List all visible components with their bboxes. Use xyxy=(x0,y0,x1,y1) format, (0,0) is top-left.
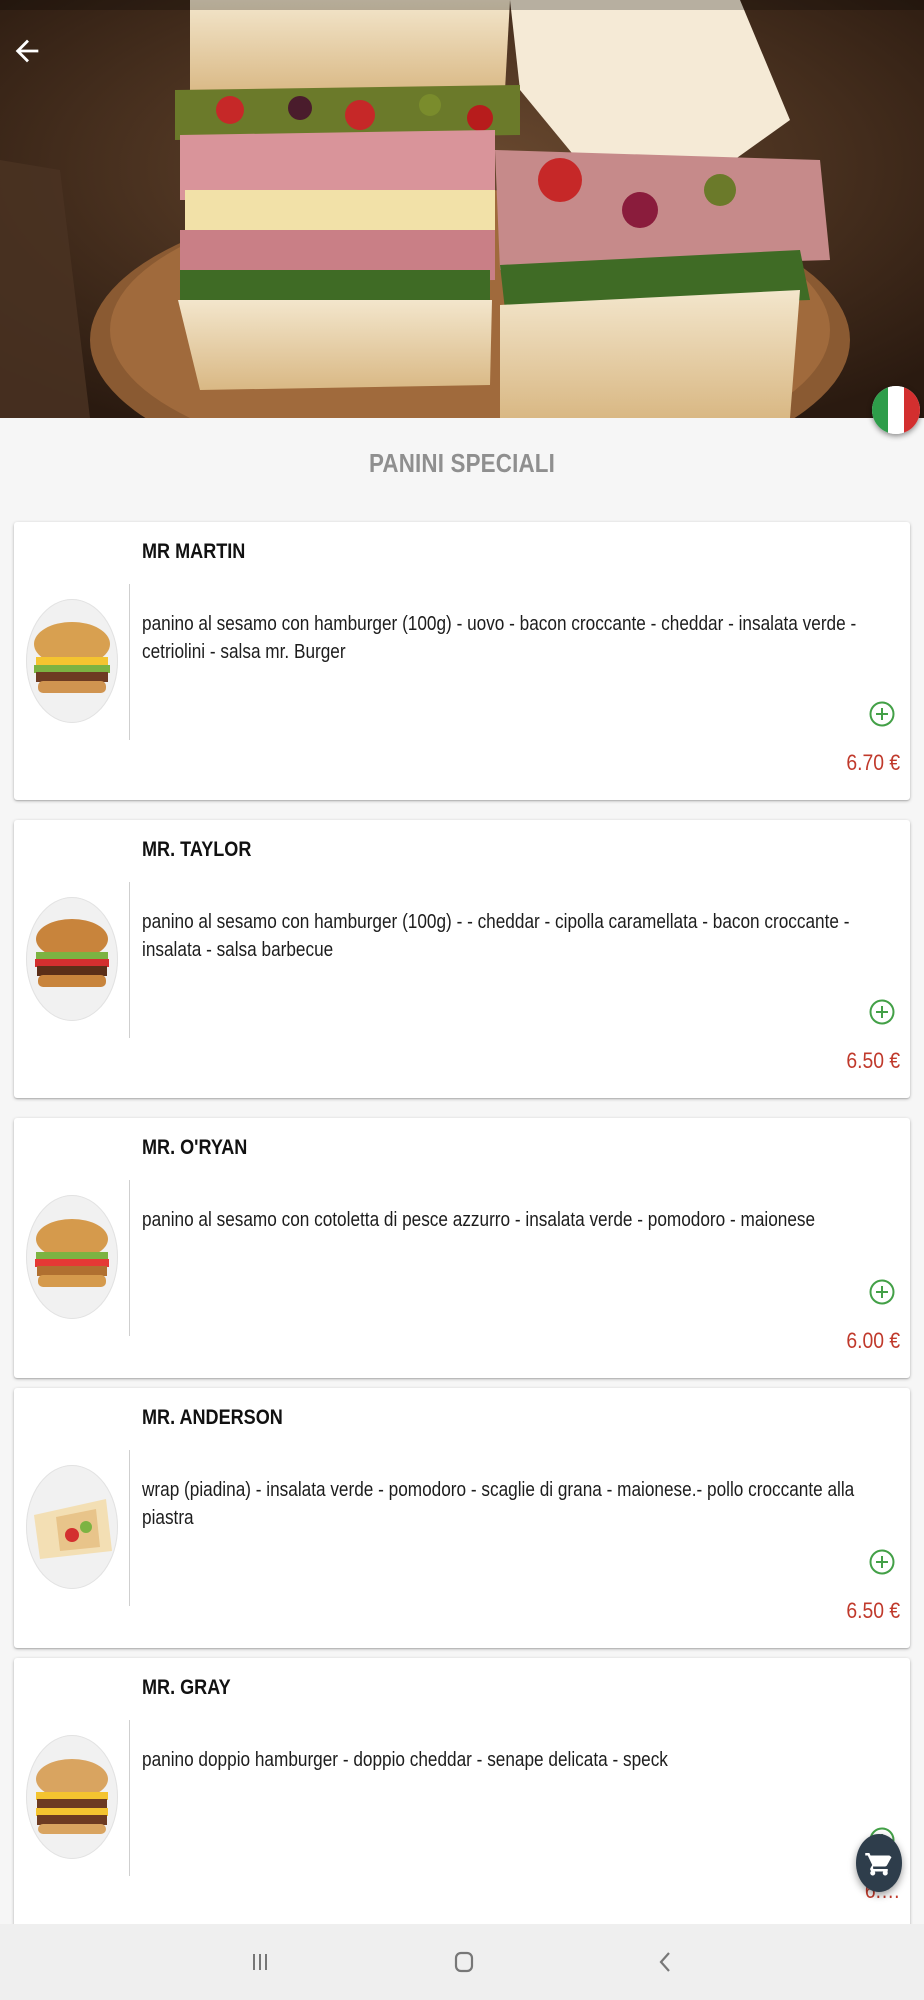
home-icon xyxy=(454,1951,474,1973)
burger-image xyxy=(35,1219,109,1287)
plus-circle-icon xyxy=(869,701,895,727)
back-button[interactable] xyxy=(10,34,54,78)
nav-back-button[interactable] xyxy=(642,1944,690,1980)
add-to-cart-button[interactable] xyxy=(868,700,896,728)
nav-back-icon xyxy=(659,1952,670,1972)
product-image xyxy=(26,1195,118,1319)
cart-button[interactable] xyxy=(856,1834,902,1892)
arrow-left-icon xyxy=(15,39,39,63)
burger-image xyxy=(36,1759,108,1834)
status-bar xyxy=(0,0,924,10)
product-name: MR. TAYLOR xyxy=(142,838,252,861)
plus-circle-icon xyxy=(869,1279,895,1305)
product-card[interactable]: MR. GRAY panino doppio hamburger - doppi… xyxy=(14,1658,910,1928)
language-button[interactable] xyxy=(872,386,920,434)
card-divider xyxy=(129,1180,130,1336)
sandwich-photo xyxy=(0,0,924,418)
card-divider xyxy=(129,584,130,740)
product-image xyxy=(26,1465,118,1589)
product-card[interactable]: MR. TAYLOR panino al sesamo con hamburge… xyxy=(14,820,910,1098)
product-price: 6.00 € xyxy=(846,1328,900,1353)
card-divider xyxy=(129,1720,130,1876)
product-description: panino al sesamo con hamburger (100g) - … xyxy=(142,911,850,961)
product-image xyxy=(26,599,118,723)
product-card[interactable]: MR. O'RYAN panino al sesamo con cotolett… xyxy=(14,1118,910,1378)
product-name: MR MARTIN xyxy=(142,540,246,563)
add-to-cart-button[interactable] xyxy=(868,1278,896,1306)
product-price: 6.70 € xyxy=(846,750,900,775)
section-title: PANINI SPECIALI xyxy=(368,448,556,478)
product-description: panino al sesamo con hamburger (100g) - … xyxy=(142,613,857,663)
wrap-image xyxy=(34,1499,112,1559)
burger-image xyxy=(35,919,109,987)
system-navigation-bar xyxy=(0,1924,924,2000)
product-card[interactable]: MR. ANDERSON wrap (piadina) - insalata v… xyxy=(14,1388,910,1648)
product-image xyxy=(26,1735,118,1859)
product-image xyxy=(26,897,118,1021)
hero-image xyxy=(0,0,924,418)
card-divider xyxy=(129,1450,130,1606)
home-button[interactable] xyxy=(440,1944,488,1980)
product-price: 6.50 € xyxy=(846,1048,900,1073)
add-to-cart-button[interactable] xyxy=(868,998,896,1026)
product-name: MR. GRAY xyxy=(142,1676,231,1699)
shopping-cart-icon xyxy=(865,1853,892,1876)
product-name: MR. O'RYAN xyxy=(142,1136,248,1159)
product-price: 6.50 € xyxy=(846,1598,900,1623)
add-to-cart-button[interactable] xyxy=(868,1548,896,1576)
plus-circle-icon xyxy=(869,999,895,1025)
product-description: panino al sesamo con cotoletta di pesce … xyxy=(142,1209,816,1231)
italy-flag-icon xyxy=(872,386,920,434)
card-divider xyxy=(129,882,130,1038)
product-description: wrap (piadina) - insalata verde - pomodo… xyxy=(142,1479,855,1529)
product-card[interactable]: MR MARTIN panino al sesamo con hamburger… xyxy=(14,522,910,800)
product-name: MR. ANDERSON xyxy=(142,1406,283,1429)
recents-icon xyxy=(253,1954,267,1970)
recents-button[interactable] xyxy=(236,1944,284,1980)
product-description: panino doppio hamburger - doppio cheddar… xyxy=(142,1749,668,1771)
plus-circle-icon xyxy=(869,1549,895,1575)
burger-image xyxy=(34,622,110,693)
